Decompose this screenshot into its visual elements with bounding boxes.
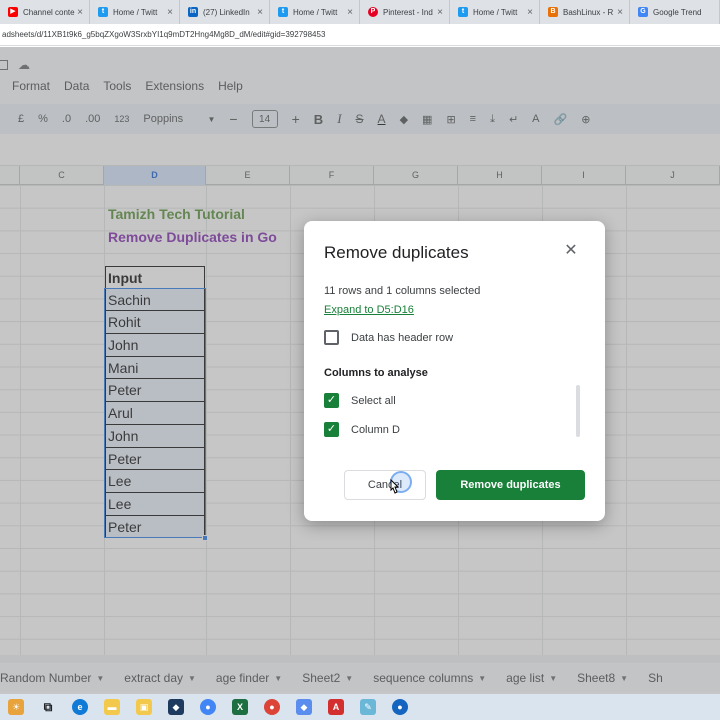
browser-tab[interactable]: t Home / Twitt × — [90, 0, 180, 24]
close-tab-icon[interactable]: × — [435, 7, 445, 18]
edge-icon[interactable]: e — [72, 699, 88, 715]
select-all-label: Select all — [351, 394, 396, 407]
close-tab-icon[interactable]: × — [345, 7, 355, 18]
twitter-icon: t — [458, 7, 468, 17]
browser-tab[interactable]: ▶ Channel conte × — [0, 0, 90, 24]
excel-icon[interactable]: X — [232, 699, 248, 715]
chrome-profile-icon[interactable]: ● — [264, 699, 280, 715]
mouse-cursor-icon — [390, 479, 400, 494]
close-tab-icon[interactable]: × — [165, 7, 175, 18]
selection-summary: 11 rows and 1 columns selected — [324, 285, 481, 297]
app-icon-3[interactable]: ● — [392, 699, 408, 715]
dialog-title: Remove duplicates — [324, 243, 469, 262]
chrome-icon[interactable]: ● — [200, 699, 216, 715]
youtube-icon: ▶ — [8, 7, 18, 17]
address-bar[interactable]: adsheets/d/11XB1t9k6_g5bqZXgoW3SrxbYI1q9… — [0, 24, 720, 46]
browser-tab-strip: ▶ Channel conte × t Home / Twitt × in (27) Li… — [0, 0, 720, 24]
google-icon: G — [638, 7, 648, 17]
cancel-button[interactable]: Cancel — [344, 470, 426, 500]
browser-tab[interactable]: in (27) LinkedIn × — [180, 0, 270, 24]
app-icon[interactable]: ◆ — [168, 699, 184, 715]
app-icon-2[interactable]: ◆ — [296, 699, 312, 715]
close-tab-icon[interactable]: × — [615, 7, 625, 18]
browser-tab[interactable]: G Google Trend — [630, 0, 720, 24]
column-d-checkbox[interactable]: ✓ — [324, 422, 339, 437]
pinterest-icon: P — [368, 7, 378, 17]
browser-tab[interactable]: t Home / Twitt × — [450, 0, 540, 24]
pdf-reader-icon[interactable]: A — [328, 699, 344, 715]
twitter-icon: t — [278, 7, 288, 17]
remove-duplicates-button[interactable]: Remove duplicates — [436, 470, 585, 500]
notepad-icon[interactable]: ✎ — [360, 699, 376, 715]
remove-duplicates-dialog: Remove duplicates ✕ 11 rows and 1 column… — [304, 221, 605, 521]
header-row-checkbox[interactable] — [324, 330, 339, 345]
bashlinux-icon: B — [548, 7, 558, 17]
task-view-icon[interactable]: ⧉ — [40, 699, 56, 715]
linkedin-icon: in — [188, 7, 198, 17]
weather-icon[interactable]: ☀ — [8, 699, 24, 715]
header-row-option[interactable]: Data has header row — [324, 330, 453, 345]
file-explorer-icon[interactable]: ▬ — [104, 699, 120, 715]
expand-range-link[interactable]: Expand to D5:D16 — [324, 304, 414, 316]
header-row-label: Data has header row — [351, 331, 454, 344]
browser-tab[interactable]: B BashLinux - R × — [540, 0, 630, 24]
browser-tab[interactable]: t Home / Twitt × — [270, 0, 360, 24]
columns-heading: Columns to analyse — [324, 367, 428, 379]
column-d-label: Column D — [351, 423, 400, 436]
close-tab-icon[interactable]: × — [75, 7, 85, 18]
os-taskbar: ☀ ⧉ e ▬ ▣ ◆ ● X ● ◆ A ✎ ● — [0, 694, 720, 720]
twitter-icon: t — [98, 7, 108, 17]
close-tab-icon[interactable]: × — [255, 7, 265, 18]
store-icon[interactable]: ▣ — [136, 699, 152, 715]
select-all-checkbox[interactable]: ✓ — [324, 393, 339, 408]
dialog-scrollbar[interactable] — [576, 385, 580, 437]
column-d-option[interactable]: ✓ Column D — [324, 422, 400, 437]
url-text: adsheets/d/11XB1t9k6_g5bqZXgoW3SrxbYI1q9… — [2, 30, 326, 39]
close-tab-icon[interactable]: × — [525, 7, 535, 18]
select-all-option[interactable]: ✓ Select all — [324, 393, 396, 408]
browser-tab[interactable]: P Pinterest - Ind × — [360, 0, 450, 24]
close-icon[interactable]: ✕ — [563, 243, 579, 259]
